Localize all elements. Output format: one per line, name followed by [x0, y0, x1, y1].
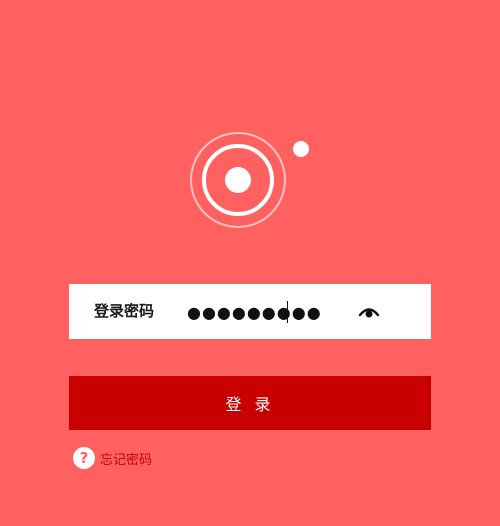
- brand-logo-icon: [188, 128, 312, 232]
- password-field: 登录密码: [69, 284, 431, 339]
- forgot-password-label: 忘记密码: [100, 452, 153, 468]
- password-input[interactable]: [187, 297, 377, 327]
- login-button[interactable]: 登 录: [69, 376, 431, 430]
- eye-icon[interactable]: [358, 302, 380, 322]
- forgot-password-link[interactable]: ? 忘记密码: [73, 446, 152, 470]
- password-label: 登录密码: [94, 302, 155, 320]
- text-cursor: [287, 301, 288, 323]
- question-icon: ?: [73, 447, 95, 469]
